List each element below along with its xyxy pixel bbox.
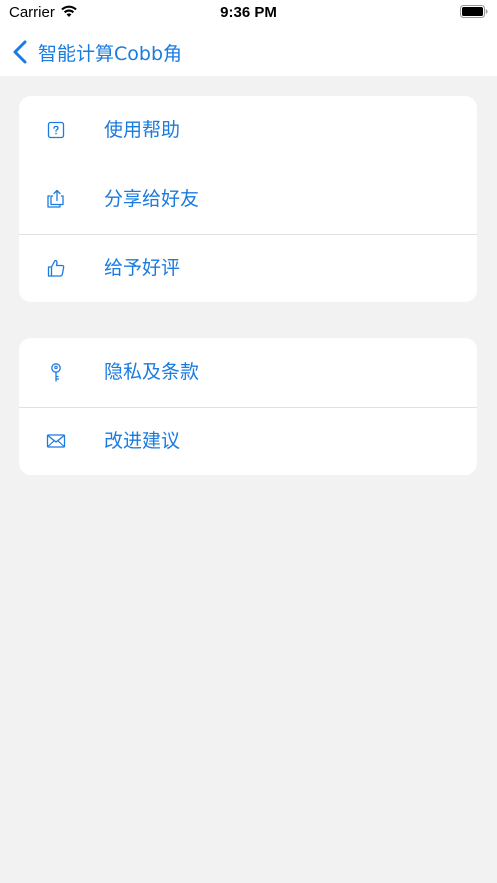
back-button[interactable]: 智能计算Cobb角	[12, 36, 182, 68]
settings-group-general: 使用帮助 分享给好友 给予好评	[19, 96, 477, 302]
share-icon	[47, 189, 64, 208]
list-item-help[interactable]: 使用帮助	[19, 96, 477, 164]
thumbs-up-icon	[47, 259, 65, 277]
status-time: 9:36 PM	[220, 4, 277, 21]
list-item-label: 给予好评	[104, 257, 181, 279]
chevron-left-icon	[13, 40, 27, 64]
list-item-label: 分享给好友	[104, 188, 200, 210]
page-title: 智能计算Cobb角	[38, 42, 183, 65]
list-item-label: 使用帮助	[104, 119, 181, 141]
list-item-feedback[interactable]: 改进建议	[19, 407, 477, 475]
list-item-share[interactable]: 分享给好友	[19, 165, 477, 233]
list-item-label: 改进建议	[104, 430, 181, 452]
help-icon	[47, 121, 65, 139]
navigation-bar: 智能计算Cobb角	[0, 28, 497, 76]
status-bar: Carrier 9:36 PM	[0, 0, 497, 28]
list-item-rate[interactable]: 给予好评	[19, 234, 477, 302]
settings-group-about: 隐私及条款 改进建议	[19, 338, 477, 475]
battery-icon	[460, 5, 488, 18]
mail-icon	[46, 434, 66, 448]
list-item-label: 隐私及条款	[104, 361, 200, 383]
key-icon	[51, 363, 61, 382]
list-item-privacy[interactable]: 隐私及条款	[19, 338, 477, 406]
